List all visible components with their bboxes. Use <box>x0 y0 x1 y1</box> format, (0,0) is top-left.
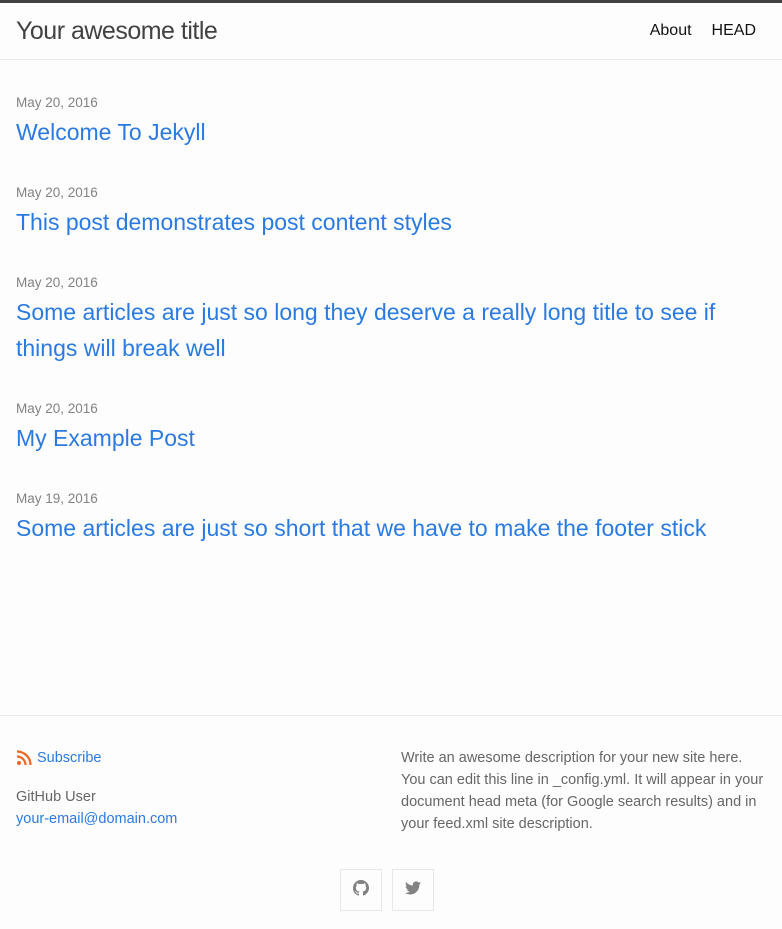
post-title-link[interactable]: This post demonstrates post content styl… <box>16 204 756 240</box>
twitter-button[interactable] <box>392 869 434 911</box>
footer-email-link[interactable]: your-email@domain.com <box>16 808 376 830</box>
subscribe-link[interactable]: Subscribe <box>16 750 376 766</box>
site-header: Your awesome title About HEAD <box>0 0 782 60</box>
post-list: May 20, 2016 Welcome To Jekyll May 20, 2… <box>16 94 756 580</box>
social-links <box>340 869 434 911</box>
post-date: May 19, 2016 <box>16 491 98 506</box>
post-date: May 20, 2016 <box>16 275 98 290</box>
twitter-icon <box>405 880 421 901</box>
subscribe-label: Subscribe <box>37 750 102 766</box>
footer-author-name: GitHub User <box>16 789 96 805</box>
post-date: May 20, 2016 <box>16 95 98 110</box>
post-item: May 20, 2016 Some articles are just so l… <box>16 274 756 366</box>
github-button[interactable] <box>340 869 382 911</box>
post-item: May 20, 2016 This post demonstrates post… <box>16 184 756 240</box>
nav-link-head[interactable]: HEAD <box>712 22 756 40</box>
post-item: May 20, 2016 My Example Post <box>16 400 756 456</box>
site-footer: Subscribe GitHub User your-email@domain.… <box>0 715 782 929</box>
github-icon <box>353 879 369 901</box>
site-nav: About HEAD <box>650 22 756 40</box>
nav-link-about[interactable]: About <box>650 22 692 40</box>
post-title-link[interactable]: Some articles are just so long they dese… <box>16 294 756 366</box>
post-title-link[interactable]: Welcome To Jekyll <box>16 114 756 150</box>
post-item: May 20, 2016 Welcome To Jekyll <box>16 94 756 150</box>
site-title[interactable]: Your awesome title <box>16 17 218 46</box>
post-title-link[interactable]: Some articles are just so short that we … <box>16 510 756 546</box>
rss-icon <box>16 750 32 766</box>
post-date: May 20, 2016 <box>16 401 98 416</box>
footer-contact: Subscribe GitHub User your-email@domain.… <box>16 750 376 830</box>
post-title-link[interactable]: My Example Post <box>16 420 756 456</box>
site-description: Write an awesome description for your ne… <box>401 750 764 832</box>
post-item: May 19, 2016 Some articles are just so s… <box>16 490 756 546</box>
post-date: May 20, 2016 <box>16 185 98 200</box>
